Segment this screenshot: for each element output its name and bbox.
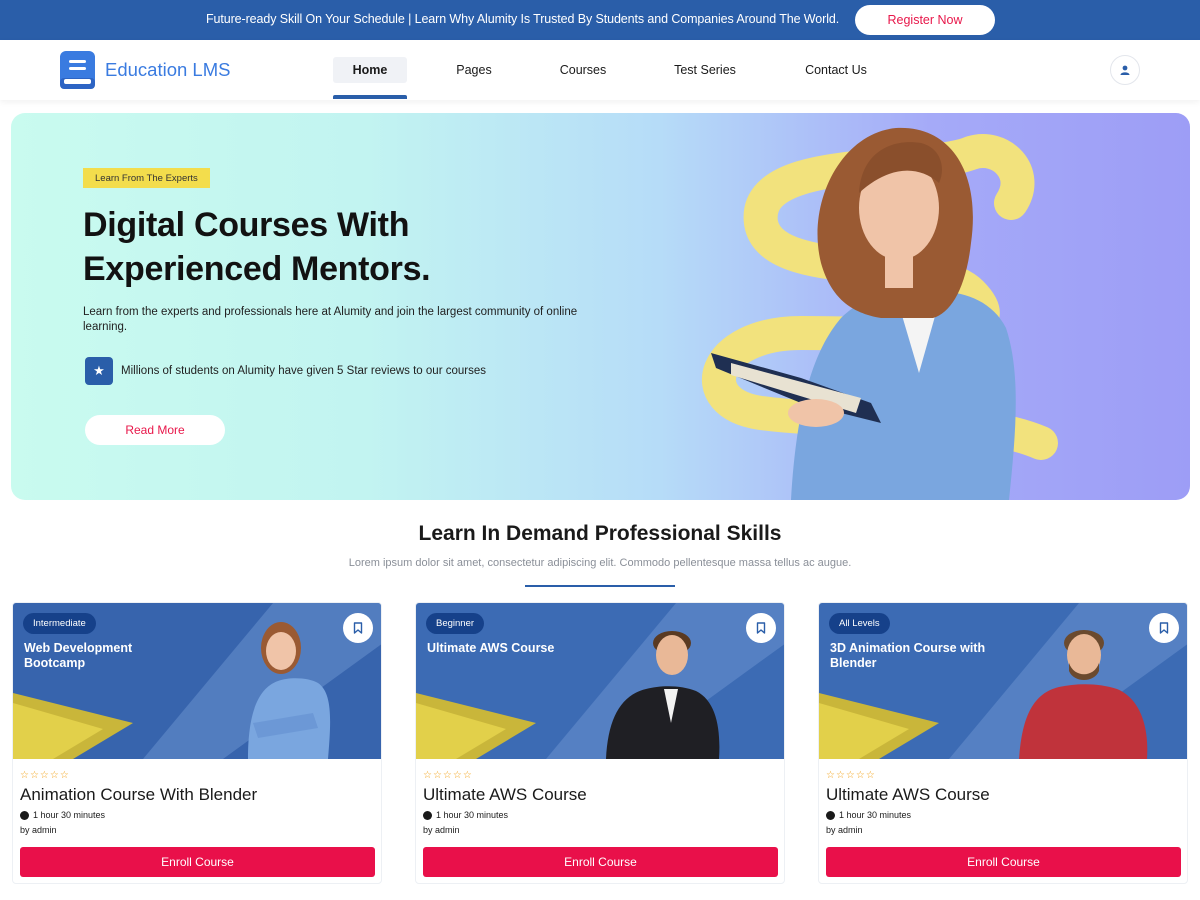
book-logo-icon: [60, 51, 95, 89]
hero-illustration: [671, 113, 1190, 500]
section-divider: [525, 585, 675, 587]
star-icon: ★: [85, 357, 113, 385]
hero-feature: ★ Millions of students on Alumity have g…: [85, 357, 486, 385]
course-thumbnail[interactable]: Beginner Ultimate AWS Course: [416, 603, 784, 759]
site-logo[interactable]: Education LMS: [60, 51, 230, 89]
hero-description: Learn from the experts and professionals…: [83, 306, 578, 333]
bookmark-button[interactable]: [746, 613, 776, 643]
bookmark-button[interactable]: [343, 613, 373, 643]
course-duration: 1 hour 30 minutes: [20, 810, 105, 820]
register-now-button[interactable]: Register Now: [855, 5, 995, 35]
clock-icon: [20, 810, 29, 820]
thumbnail-title: Ultimate AWS Course: [427, 641, 555, 655]
course-title[interactable]: Ultimate AWS Course: [423, 785, 587, 805]
enroll-course-button[interactable]: Enroll Course: [20, 847, 375, 877]
course-duration: 1 hour 30 minutes: [826, 810, 911, 820]
user-icon: [1120, 65, 1130, 75]
bookmark-button[interactable]: [1149, 613, 1179, 643]
section-subtitle: Lorem ipsum dolor sit amet, consectetur …: [348, 557, 852, 569]
user-account-button[interactable]: [1110, 55, 1140, 85]
nav-test-series[interactable]: Test Series: [668, 57, 742, 83]
level-badge: All Levels: [829, 613, 890, 634]
site-header: Education LMS Home Pages Courses Test Se…: [0, 40, 1200, 100]
course-thumbnail[interactable]: Intermediate Web Development Bootcamp: [13, 603, 381, 759]
hero-badge: Learn From The Experts: [83, 168, 210, 188]
duration-text: 1 hour 30 minutes: [33, 810, 106, 820]
hero-title-line-1: Digital Courses With: [83, 206, 410, 244]
duration-text: 1 hour 30 minutes: [436, 810, 509, 820]
course-title[interactable]: Ultimate AWS Course: [826, 785, 990, 805]
hero-banner: Learn From The Experts Digital Courses W…: [11, 113, 1190, 500]
nav-pages[interactable]: Pages: [448, 57, 500, 83]
course-title[interactable]: Animation Course With Blender: [20, 785, 257, 805]
enroll-course-button[interactable]: Enroll Course: [826, 847, 1181, 877]
section-title: Learn In Demand Professional Skills: [418, 522, 782, 545]
course-card[interactable]: All Levels 3D Animation Course with Blen…: [818, 602, 1188, 884]
enroll-course-button[interactable]: Enroll Course: [423, 847, 778, 877]
nav-home[interactable]: Home: [333, 57, 407, 83]
level-badge: Intermediate: [23, 613, 96, 634]
course-duration: 1 hour 30 minutes: [423, 810, 508, 820]
bookmark-icon: [756, 622, 766, 634]
nav-contact-us[interactable]: Contact Us: [798, 57, 874, 83]
level-badge: Beginner: [426, 613, 485, 634]
bookmark-icon: [353, 622, 363, 634]
bookmark-icon: [1159, 622, 1169, 634]
thumbnail-title: Web Development Bootcamp: [24, 641, 133, 670]
logo-text: Education LMS: [105, 59, 231, 80]
course-author: by admin: [423, 825, 460, 835]
course-author: by admin: [20, 825, 57, 835]
thumbnail-title: 3D Animation Course with Blender: [830, 641, 986, 670]
read-more-button[interactable]: Read More: [85, 415, 225, 445]
nav-courses[interactable]: Courses: [553, 57, 613, 83]
course-rating: ☆☆☆☆☆: [826, 770, 876, 781]
course-card[interactable]: Intermediate Web Development Bootcamp ☆☆…: [12, 602, 382, 884]
course-thumbnail[interactable]: All Levels 3D Animation Course with Blen…: [819, 603, 1187, 759]
clock-icon: [826, 810, 835, 820]
hero-feature-text: Millions of students on Alumity have giv…: [121, 365, 486, 377]
course-card[interactable]: Beginner Ultimate AWS Course ☆☆☆☆☆ Ultim…: [415, 602, 785, 884]
hero-title-line-2: Experienced Mentors.: [83, 250, 431, 288]
course-rating: ☆☆☆☆☆: [20, 770, 70, 781]
announcement-text: Future-ready Skill On Your Schedule | Le…: [206, 12, 840, 26]
clock-icon: [423, 810, 432, 820]
nav-active-indicator: [333, 95, 407, 99]
course-rating: ☆☆☆☆☆: [423, 770, 473, 781]
hero-title: Digital Courses With Experienced Mentors…: [83, 203, 643, 291]
course-author: by admin: [826, 825, 863, 835]
duration-text: 1 hour 30 minutes: [839, 810, 912, 820]
announcement-bar: Future-ready Skill On Your Schedule | Le…: [0, 0, 1200, 40]
